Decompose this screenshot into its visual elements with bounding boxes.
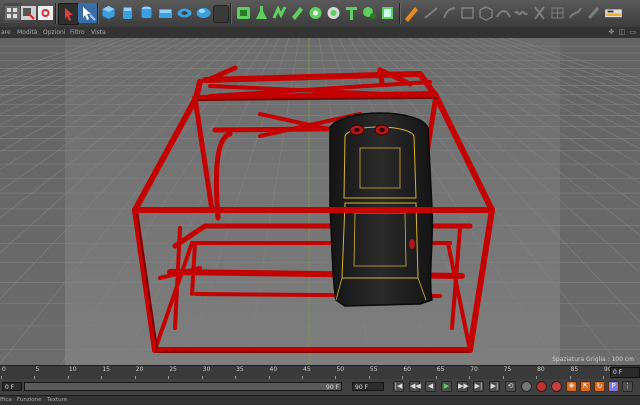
render-view-icon[interactable]	[36, 3, 55, 23]
previous-frame-button[interactable]: ◀	[425, 381, 436, 392]
menu-item-opzioni[interactable]: Opzioni	[43, 27, 66, 38]
cylinder-icon[interactable]	[118, 3, 137, 23]
timeline-tick-label: 85	[570, 366, 579, 373]
current-frame-field[interactable]: 0 F	[610, 367, 640, 378]
cube-icon[interactable]	[99, 3, 118, 23]
range-end-label: 90 F	[326, 384, 339, 391]
deformer-icon[interactable]	[252, 3, 271, 23]
timeline-tick-label: 10	[68, 366, 77, 373]
menu-item-ffica[interactable]: ffica	[0, 396, 12, 405]
timeline-tick-label: 35	[236, 366, 244, 373]
select-arrow-icon[interactable]	[58, 3, 79, 25]
menu-item-texture[interactable]: Texture	[47, 396, 67, 405]
end-frame-field[interactable]: 90 F	[352, 382, 384, 391]
camera-icon[interactable]	[324, 3, 343, 23]
effector-icon[interactable]	[270, 3, 289, 23]
go-to-start-button[interactable]: |◀	[393, 381, 404, 392]
mesh-icon[interactable]	[548, 3, 567, 23]
scene-icon[interactable]	[306, 3, 325, 23]
timeline-tick-label: 20	[135, 366, 144, 373]
timeline-tick-label: 70	[470, 366, 478, 373]
transport-bar: 0 F 90 F 90 F |◀ ◀◀ ◀ ▶ ▶▶ ▶| ▶| ⟲ ✥ ⇱ ↻…	[0, 379, 640, 396]
material-menu-bar: ffica Funzione Texture	[0, 396, 640, 405]
cage-icon[interactable]	[476, 3, 495, 23]
timeline-tick-label: 75	[503, 366, 512, 373]
menu-item-funzione[interactable]: Funzione	[17, 396, 41, 405]
next-frame-button[interactable]: ▶▶	[457, 381, 469, 392]
tag-icon[interactable]	[360, 3, 379, 23]
timeline-tick-label: 80	[537, 366, 545, 373]
spline-pen-icon[interactable]	[566, 3, 585, 23]
position-key-icon[interactable]: ✥	[566, 381, 577, 392]
light-icon[interactable]	[342, 3, 361, 23]
rotation-key-icon[interactable]: ↻	[594, 381, 605, 392]
range-slider[interactable]: 90 F	[24, 382, 342, 391]
play-button[interactable]: ▶	[441, 381, 452, 392]
autokey-icon[interactable]	[536, 381, 547, 392]
start-frame-field[interactable]: 0 F	[2, 382, 22, 391]
viewport-nav-icons[interactable]: ✥ ◫ ▭	[608, 27, 637, 38]
torus-icon[interactable]	[175, 3, 194, 23]
3d-viewport[interactable]: Spaziatura Griglia : 100 cm	[0, 38, 640, 365]
timeline-tick-label: 65	[436, 366, 445, 373]
layout-icon[interactable]	[604, 3, 636, 23]
parameter-key-icon[interactable]: P	[608, 381, 619, 392]
bend-icon[interactable]	[494, 3, 513, 23]
subdivision-icon[interactable]	[234, 3, 253, 23]
previous-key-button[interactable]: ◀◀	[409, 381, 421, 392]
menu-item-filtro[interactable]: Filtro	[70, 27, 85, 38]
timeline-tick-label: 0	[2, 366, 6, 373]
live-select-icon[interactable]	[78, 3, 97, 23]
menu-item-vista[interactable]: Vista	[91, 27, 106, 38]
point-level-icon[interactable]: ⋮	[622, 381, 633, 392]
timeline-ruler[interactable]: 0 5 10 15 20 25 30 35 40 45 50 55 60 65 70 75 80 85 90 0 F	[0, 365, 640, 380]
generator-icon[interactable]	[288, 3, 307, 23]
sphere-icon[interactable]	[194, 3, 213, 23]
twist-icon[interactable]	[530, 3, 549, 23]
sculpt-icon[interactable]	[402, 3, 421, 23]
timeline-tick-label: 40	[269, 366, 278, 373]
timeline-tick-label: 55	[369, 366, 378, 373]
main-toolbar	[0, 0, 640, 28]
next-key-button[interactable]: ▶|	[473, 381, 484, 392]
timeline-tick-label: 60	[403, 366, 411, 373]
plane-icon[interactable]	[156, 3, 175, 23]
sketch-icon[interactable]	[422, 3, 441, 23]
menu-item-modita[interactable]: Modità	[17, 27, 37, 38]
scale-key-icon[interactable]: ⇱	[580, 381, 591, 392]
menu-item-are[interactable]: are	[1, 27, 11, 38]
brush-icon[interactable]	[584, 3, 603, 23]
record-keys-icon[interactable]	[521, 381, 532, 392]
spline-icon[interactable]	[213, 5, 229, 23]
timeline-tick-label: 5	[35, 366, 40, 373]
snap-icon[interactable]	[378, 3, 397, 23]
timeline-tick-label: 45	[303, 366, 311, 373]
keyframe-selection-icon[interactable]	[551, 381, 562, 392]
box-icon[interactable]	[458, 3, 477, 23]
timeline-tick-label: 30	[202, 366, 211, 373]
loop-button[interactable]: ⟲	[505, 381, 516, 392]
go-to-end-button[interactable]: ▶|	[489, 381, 500, 392]
disc-icon[interactable]	[137, 3, 156, 23]
timeline-tick-label: 15	[102, 366, 110, 373]
timeline-tick-label: 25	[169, 366, 177, 373]
wave-icon[interactable]	[512, 3, 531, 23]
hair-icon[interactable]	[440, 3, 459, 23]
timeline-tick-label: 50	[336, 366, 345, 373]
grid-spacing-label: Spaziatura Griglia : 100 cm	[552, 356, 634, 363]
